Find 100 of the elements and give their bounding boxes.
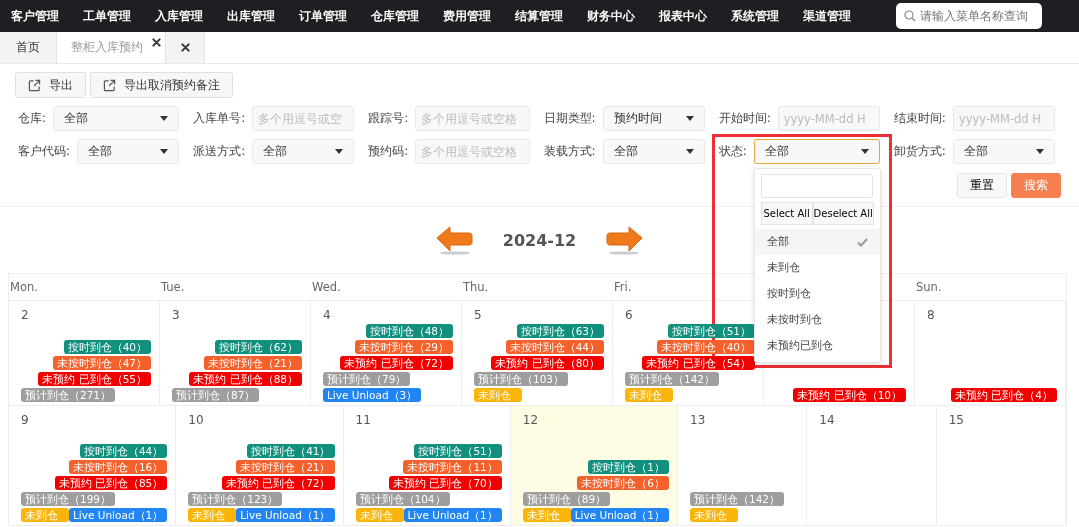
event-tag[interactable]: 预计到仓（89） <box>522 492 611 506</box>
event-tag[interactable]: 预计到仓（79） <box>323 372 411 386</box>
event-tag[interactable]: 未预约 已到仓（10） <box>793 388 906 402</box>
event-tag[interactable]: Live Unload（1） <box>403 508 502 522</box>
event-tag[interactable]: 未预约 已到仓（54） <box>642 356 755 370</box>
event-tag[interactable]: 未按时到仓（21） <box>203 356 302 370</box>
left-arrow-icon[interactable] <box>434 225 473 255</box>
event-tag[interactable]: 未预约 已到仓（80） <box>491 356 604 370</box>
dropdown-option[interactable]: 未按时到仓 <box>754 307 880 333</box>
event-tag[interactable]: 按时到仓（51） <box>667 324 755 338</box>
dropdown-option[interactable]: 按时到仓 <box>754 281 880 307</box>
event-tag[interactable]: 未按时到仓（47） <box>52 356 151 370</box>
event-tag[interactable]: 按时到仓（40） <box>63 340 151 354</box>
caret-icon <box>685 149 694 154</box>
select-field[interactable]: 全部 <box>952 139 1055 164</box>
event-tag[interactable]: 预计到仓（142） <box>690 492 785 506</box>
event-tag[interactable]: 未按时到仓（40） <box>656 340 755 354</box>
day-number: 9 <box>21 413 29 427</box>
search-field[interactable] <box>760 174 873 198</box>
field-label: 仓库: <box>18 110 47 127</box>
export-icon <box>28 78 41 92</box>
reset-button[interactable]: 重置 <box>957 173 1007 198</box>
select-field[interactable]: 全部 <box>602 139 705 164</box>
event-tag[interactable]: 按时到仓（1） <box>588 460 669 474</box>
weekday-header: Wed. <box>312 280 341 294</box>
select-field[interactable]: 全部 <box>252 139 355 164</box>
export-button[interactable]: 导出取消预约备注 <box>90 72 233 98</box>
event-tag[interactable]: 预计到仓（103） <box>474 372 569 386</box>
nav-menu-item[interactable]: 系统管理 <box>731 8 779 24</box>
menu-action-button[interactable]: Select All <box>760 202 813 225</box>
nav-menu-item[interactable]: 工单管理 <box>83 8 131 24</box>
select-field[interactable]: 预约时间 <box>602 106 705 131</box>
event-tag[interactable]: 未按时到仓（29） <box>354 340 453 354</box>
event-tag[interactable]: 预计到仓（142） <box>625 372 720 386</box>
field-label: 日期类型: <box>543 110 596 127</box>
event-tag[interactable]: 未预约 已到仓（55） <box>38 372 151 386</box>
event-tag[interactable]: 未按时到仓（11） <box>403 460 502 474</box>
day-number: 6 <box>625 308 633 322</box>
event-tag[interactable]: 未预约 已到仓（70） <box>389 476 502 490</box>
field-label: 客户代码: <box>18 143 71 160</box>
event-tag[interactable]: 未按时到仓（44） <box>505 340 604 354</box>
event-tag[interactable]: 未按时到仓（21） <box>236 460 335 474</box>
event-tag[interactable]: 按时到仓（48） <box>365 324 453 338</box>
event-tag[interactable]: 未预约 已到仓（72） <box>340 356 453 370</box>
nav-menu-item[interactable]: 入库管理 <box>155 8 203 24</box>
event-tag[interactable]: Live Unload（1） <box>236 508 335 522</box>
input-field[interactable]: yyyy-MM-dd H <box>952 106 1055 131</box>
nav-menu-item[interactable]: 客户管理 <box>11 8 59 24</box>
day-number: 15 <box>948 413 964 427</box>
event-tag[interactable]: 按时到仓（62） <box>214 340 302 354</box>
nav-menu-item[interactable]: 费用管理 <box>443 8 491 24</box>
event-tag[interactable]: 未预约 已到仓（88） <box>189 372 302 386</box>
close-icon[interactable] <box>180 43 190 52</box>
event-tag[interactable]: 预计到仓（271） <box>21 388 116 402</box>
field-label: 跟踪号: <box>368 110 409 127</box>
event-tag[interactable]: 未按时到仓（6） <box>577 476 669 490</box>
menu-search-field[interactable]: 请输入菜单名称查询 <box>896 3 1042 29</box>
input-field[interactable]: yyyy-MM-dd H <box>777 106 880 131</box>
search-icon <box>904 10 916 22</box>
event-tag[interactable]: 未预约 已到仓（72） <box>221 476 335 490</box>
export-button[interactable]: 导出 <box>15 72 86 98</box>
nav-menu-item[interactable]: 渠道管理 <box>803 8 851 24</box>
event-tag[interactable]: 未预约 已到仓（4） <box>950 388 1057 402</box>
tab[interactable]: 首页 <box>0 32 57 63</box>
event-tag[interactable]: Live Unload（1） <box>69 508 168 522</box>
nav-menu-item[interactable]: 仓库管理 <box>371 8 419 24</box>
event-tag[interactable]: 预计到仓（104） <box>355 492 450 506</box>
nav-menu-item[interactable]: 出库管理 <box>227 8 275 24</box>
event-tag[interactable]: 按时到仓（44） <box>79 444 168 458</box>
day-number: 2 <box>21 308 29 322</box>
nav-menu-item[interactable]: 财务中心 <box>587 8 635 24</box>
field-label: 状态: <box>718 143 747 160</box>
dropdown-option[interactable]: 全部 <box>754 229 880 255</box>
menu-action-button[interactable]: Deselect All <box>812 202 874 225</box>
search-button[interactable]: 搜索 <box>1011 173 1061 198</box>
right-arrow-icon[interactable] <box>606 225 645 255</box>
nav-menu-item[interactable]: 结算管理 <box>515 8 563 24</box>
field-label: 装载方式: <box>543 143 596 160</box>
event-tag[interactable]: 按时到仓（51） <box>414 444 502 458</box>
dropdown-option[interactable]: 未到仓 <box>754 255 880 281</box>
close-icon[interactable] <box>152 38 161 47</box>
event-tag[interactable]: 未按时到仓（16） <box>68 460 168 474</box>
event-tag[interactable]: 未预约 已到仓（85） <box>54 476 168 490</box>
event-tag[interactable]: 预计到仓（87） <box>172 388 260 402</box>
select-field[interactable]: 全部 <box>53 106 180 131</box>
close-tab[interactable] <box>166 32 205 63</box>
nav-menu-item[interactable]: 订单管理 <box>299 8 347 24</box>
check-icon <box>856 237 868 247</box>
event-tag[interactable]: 按时到仓（63） <box>516 324 604 338</box>
select-field[interactable]: 全部 <box>753 139 880 164</box>
day-number: 8 <box>927 308 935 322</box>
dropdown-option[interactable]: 未预约已到仓 <box>754 333 880 359</box>
nav-menu-item[interactable]: 报表中心 <box>659 8 707 24</box>
event-tag[interactable]: Live Unload（1） <box>570 508 669 522</box>
select-field[interactable]: 全部 <box>77 139 180 164</box>
event-tag[interactable]: 预计到仓（199） <box>21 492 116 506</box>
day-number: 5 <box>474 308 482 322</box>
event-tag[interactable]: 按时到仓（41） <box>247 444 335 458</box>
event-tag[interactable]: Live Unload（3） <box>323 388 422 402</box>
event-tag[interactable]: 预计到仓（123） <box>188 492 283 506</box>
